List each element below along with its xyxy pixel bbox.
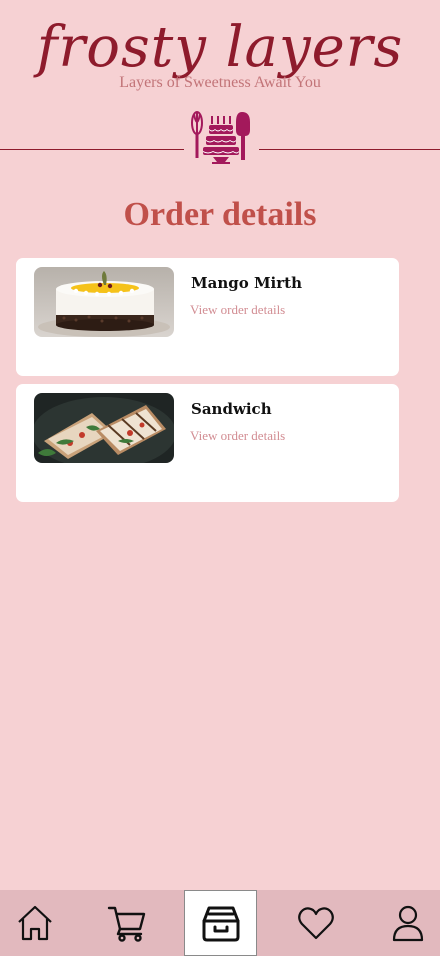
nav-orders[interactable] (184, 890, 257, 956)
order-card[interactable]: Sandwich View order details (16, 384, 399, 502)
cake-whisk-icon (191, 111, 250, 164)
nav-cart[interactable] (70, 890, 184, 956)
bottom-navigation (0, 890, 440, 956)
order-name: Sandwich (191, 400, 272, 418)
cart-icon (107, 906, 146, 942)
view-order-details-link[interactable]: View order details (190, 428, 285, 444)
page-title: Order details (123, 196, 317, 233)
header-divider-left (0, 149, 184, 150)
order-card[interactable]: Mango Mirth View order details (16, 258, 399, 376)
order-thumbnail-sandwich (34, 393, 174, 463)
app-header: frosty layers Layers of Sweetness Await … (0, 0, 440, 170)
nav-home[interactable] (0, 890, 70, 956)
order-name: Mango Mirth (191, 274, 302, 292)
home-icon (18, 905, 52, 941)
heart-icon (298, 907, 334, 940)
user-icon (392, 905, 423, 942)
app-tagline: Layers of Sweetness Await You (119, 74, 321, 91)
order-thumbnail-cake (34, 267, 174, 337)
orders-box-icon (202, 906, 239, 942)
nav-profile[interactable] (375, 890, 440, 956)
view-order-details-link[interactable]: View order details (190, 302, 285, 318)
order-list: Mango Mirth View order details Sandwich … (16, 258, 399, 510)
header-divider-right (259, 149, 440, 150)
nav-favorites[interactable] (257, 890, 375, 956)
